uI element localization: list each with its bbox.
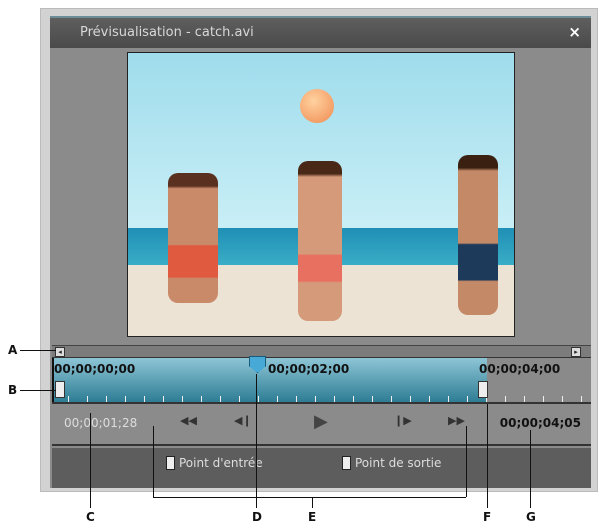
- out-point-icon: [342, 456, 351, 470]
- bottom-bar: Point d'entrée Point de sortie: [52, 448, 591, 488]
- callout-a-line: [20, 350, 56, 351]
- callout-c: C: [86, 510, 95, 524]
- video-preview: [127, 52, 515, 337]
- timeline-ruler[interactable]: 00;00;00;00 00;00;02;00 00;00;04;00: [52, 356, 591, 404]
- callout-b-line: [20, 390, 56, 391]
- close-icon[interactable]: ×: [568, 23, 581, 41]
- timeline-ticks: [52, 396, 591, 402]
- timecode-end: 00;00;04;00: [479, 362, 561, 376]
- step-forward-button[interactable]: ❙▶: [394, 414, 412, 427]
- current-time: 00;00;01;28: [64, 416, 138, 430]
- callout-e-right: [466, 426, 467, 497]
- callout-e: E: [308, 510, 317, 524]
- duration: 00;00;04;05: [499, 416, 581, 430]
- playback-controls: 00;00;01;28 ◀◀ ◀❙ ▶ ❙▶ ▶▶ 00;00;04;05: [52, 404, 591, 446]
- step-back-button[interactable]: ◀❙: [234, 414, 252, 427]
- timecode-mid: 00;00;02;00: [268, 362, 350, 376]
- video-child-right: [458, 155, 498, 315]
- callout-d: D: [252, 510, 262, 524]
- video-child-left: [168, 173, 218, 303]
- callout-f: F: [483, 510, 492, 524]
- scroll-left-button[interactable]: ◂: [55, 347, 65, 357]
- in-point-icon: [166, 456, 175, 470]
- callout-d-line: [256, 374, 257, 508]
- fast-forward-button[interactable]: ▶▶: [448, 414, 465, 427]
- out-point-label: Point de sortie: [355, 456, 442, 470]
- title-bar: Prévisualisation - catch.avi ×: [50, 16, 591, 48]
- callout-f-line: [487, 404, 488, 508]
- callout-c-line: [90, 413, 91, 508]
- in-point-label: Point d'entrée: [179, 456, 263, 470]
- callout-g: G: [526, 510, 536, 524]
- callout-g-line: [530, 430, 531, 508]
- callout-e-left: [153, 426, 154, 497]
- video-ball: [300, 89, 334, 123]
- out-point-marker[interactable]: [478, 381, 488, 398]
- callout-b: B: [8, 383, 18, 397]
- preview-window: Prévisualisation - catch.avi × ◂ ▸ 00;00…: [50, 16, 591, 488]
- callout-e-stem: [312, 497, 313, 508]
- set-in-point-button[interactable]: Point d'entrée: [166, 456, 263, 470]
- window-title: Prévisualisation - catch.avi: [80, 25, 254, 40]
- set-out-point-button[interactable]: Point de sortie: [342, 456, 441, 470]
- play-button[interactable]: ▶: [314, 411, 328, 432]
- callout-a: A: [8, 343, 18, 357]
- rewind-button[interactable]: ◀◀: [180, 414, 197, 427]
- timecode-start: 00;00;00;00: [54, 362, 136, 376]
- video-child-middle: [298, 161, 342, 321]
- timeline-scrollbar[interactable]: ◂ ▸: [52, 345, 591, 358]
- scroll-right-button[interactable]: ▸: [571, 347, 581, 357]
- in-point-marker[interactable]: [55, 381, 65, 398]
- callout-e-bracket: [153, 497, 466, 498]
